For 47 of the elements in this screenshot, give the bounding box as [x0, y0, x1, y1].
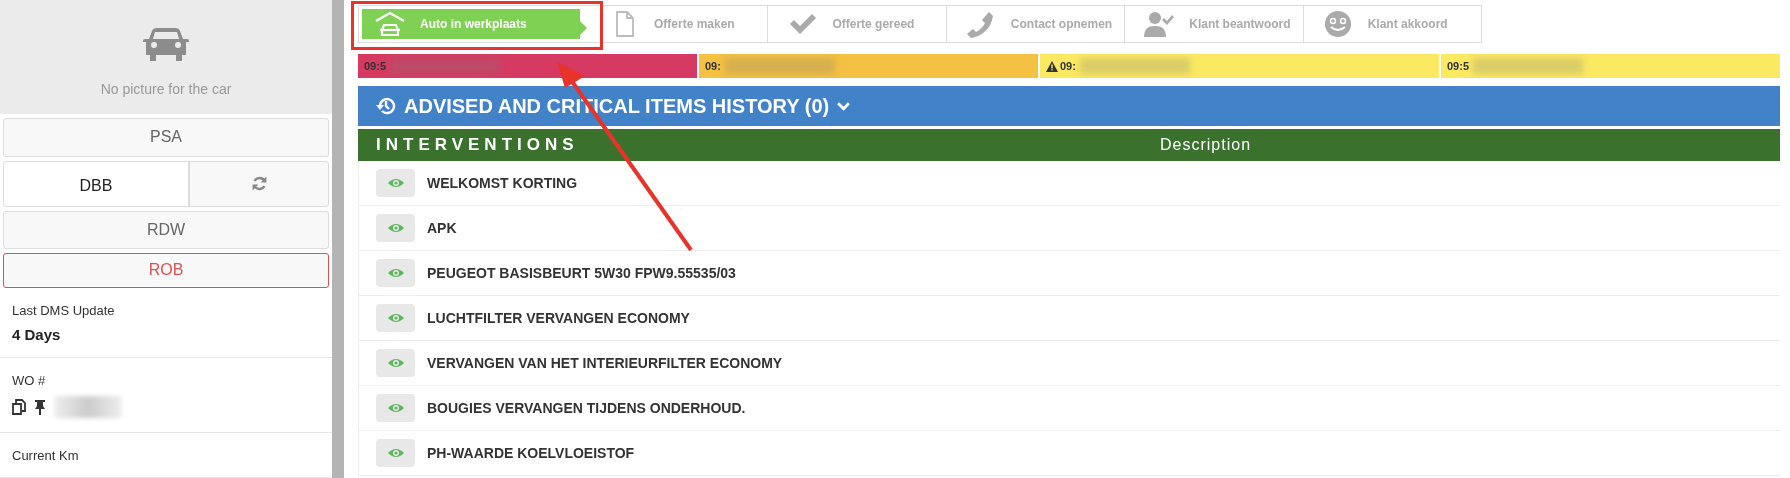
- intervention-description: WELKOMST KORTING: [427, 175, 578, 191]
- intervention-description: PH-WAARDE KOELVLOEISTOF: [427, 445, 635, 461]
- eye-icon: [387, 268, 404, 278]
- field-label: Current Km: [12, 448, 80, 463]
- section-title: INTERVENTIONS: [375, 135, 580, 155]
- user-check-icon: [1143, 10, 1176, 38]
- field-label: Last DMS Update: [12, 303, 116, 318]
- car-icon: [374, 10, 406, 38]
- eye-icon: [387, 358, 404, 368]
- intervention-description: VERVANGEN VAN HET INTERIEURFILTER ECONOMY: [427, 355, 783, 371]
- view-button[interactable]: [376, 394, 415, 422]
- redacted-value: [54, 396, 122, 418]
- view-button[interactable]: [376, 439, 415, 467]
- view-button[interactable]: [376, 304, 415, 332]
- history-icon: [376, 96, 396, 116]
- view-button[interactable]: [376, 259, 415, 287]
- source-button[interactable]: ROB: [3, 252, 329, 288]
- time-text: 09:5: [1447, 60, 1470, 72]
- time-text: 09:: [705, 60, 721, 72]
- time-text: 09:5: [364, 60, 387, 72]
- view-button[interactable]: [376, 214, 415, 242]
- field-label: WO #: [12, 373, 47, 388]
- eye-icon: [387, 313, 404, 323]
- eye-icon: [387, 223, 404, 233]
- refresh-button[interactable]: [189, 160, 329, 207]
- source-button[interactable]: DBB: [3, 160, 189, 207]
- copy-icon[interactable]: [12, 399, 26, 415]
- time-text: 09:: [1060, 60, 1076, 72]
- view-button[interactable]: [376, 169, 415, 197]
- eye-icon: [387, 403, 404, 413]
- intervention-description: APK: [427, 220, 457, 236]
- column-header: Description: [1160, 136, 1252, 154]
- no-picture-text: No picture for the car: [100, 81, 232, 98]
- source-button[interactable]: PSA: [3, 118, 329, 157]
- field-value: 4 Days: [12, 326, 62, 343]
- scrollbar[interactable]: [332, 0, 344, 478]
- eye-icon: [387, 448, 404, 458]
- view-button[interactable]: [376, 349, 415, 377]
- refresh-icon: [250, 175, 268, 192]
- source-button[interactable]: RDW: [3, 210, 329, 249]
- intervention-description: BOUGIES VERVANGEN TIJDENS ONDERHOUD.: [427, 400, 746, 416]
- eye-icon: [387, 178, 404, 188]
- intervention-description: PEUGEOT BASISBEURT 5W30 FPW9.55535/03: [427, 265, 736, 281]
- chevron-down-icon: [837, 101, 851, 111]
- car-icon: [142, 27, 190, 64]
- intervention-description: LUCHTFILTER VERVANGEN ECONOMY: [427, 310, 690, 326]
- pin-icon[interactable]: [34, 399, 46, 415]
